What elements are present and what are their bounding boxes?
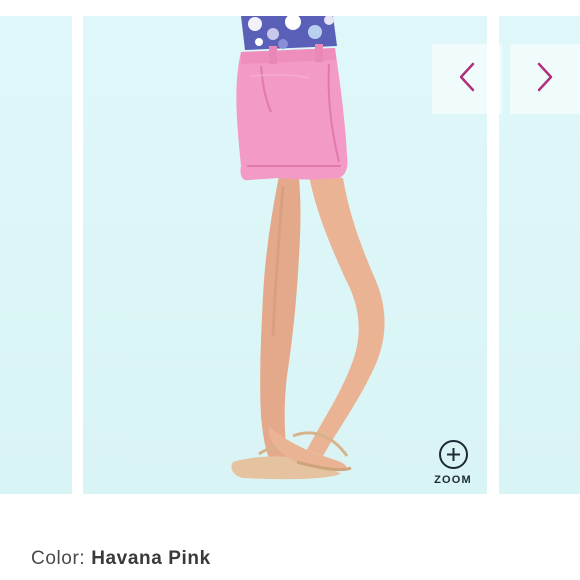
zoom-label: ZOOM xyxy=(434,474,472,486)
color-value: Havana Pink xyxy=(91,548,211,569)
product-page: ZOOM Color: Havana Pink xyxy=(0,0,580,580)
color-label: Color: xyxy=(31,548,86,569)
selected-color: Color: Havana Pink xyxy=(31,548,211,570)
previous-image-button[interactable] xyxy=(432,44,502,114)
legs xyxy=(260,176,385,460)
next-image-button[interactable] xyxy=(510,44,580,114)
zoom-button[interactable]: ZOOM xyxy=(426,440,480,492)
chevron-left-icon xyxy=(456,61,478,98)
previous-slide-peek[interactable] xyxy=(0,16,72,494)
chevron-right-icon xyxy=(534,61,556,98)
product-image-carousel[interactable]: ZOOM xyxy=(0,16,580,494)
plus-circle-icon xyxy=(438,440,468,469)
product-image[interactable] xyxy=(83,16,487,494)
model-wearing-shorts-illustration xyxy=(231,16,385,480)
pink-shorts xyxy=(236,44,348,181)
